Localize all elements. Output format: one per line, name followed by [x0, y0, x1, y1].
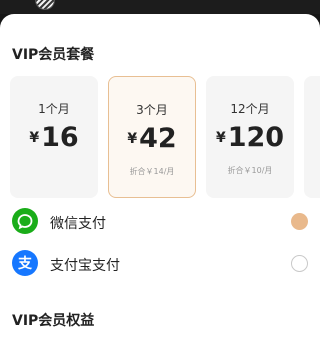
payment-label: 微信支付: [50, 216, 106, 232]
currency-symbol: ¥: [127, 131, 138, 147]
radio-unselected[interactable]: [291, 255, 308, 272]
plan-price: ¥120: [206, 122, 294, 153]
vip-purchase-sheet: VIP会员套餐 1个月 ¥16 3个月 ¥42 折合￥14/月 12个月 ¥12…: [0, 14, 320, 344]
benefits-section-title: VIP会员权益: [12, 313, 95, 329]
payment-option-alipay[interactable]: 支 支付宝支付: [0, 243, 320, 283]
avatar[interactable]: [36, 0, 54, 9]
radio-selected[interactable]: [291, 213, 308, 230]
plan-price: ¥42: [109, 123, 195, 154]
currency-symbol: ¥: [215, 130, 226, 146]
plan-name: 3个月: [136, 103, 168, 117]
price-value: 120: [227, 122, 285, 153]
plan-name: 1个月: [38, 102, 70, 116]
plan-section-title: VIP会员套餐: [12, 47, 95, 63]
plan-name: 12个月: [230, 102, 270, 116]
plan-card-12-months[interactable]: 12个月 ¥120 折合￥10/月: [206, 76, 294, 198]
plan-price: ¥16: [10, 122, 98, 153]
svg-text:支: 支: [17, 255, 33, 272]
plan-card-3-months[interactable]: 3个月 ¥42 折合￥14/月: [108, 76, 196, 198]
price-value: 42: [139, 123, 177, 154]
price-value: 16: [41, 122, 79, 153]
alipay-icon: 支: [12, 250, 38, 276]
header-backdrop: [0, 0, 320, 14]
plan-card-1-month[interactable]: 1个月 ¥16: [10, 76, 98, 198]
monthly-equivalent: 折合￥14/月: [129, 167, 175, 176]
wechat-pay-icon: [12, 208, 38, 234]
currency-symbol: ¥: [29, 130, 40, 146]
plan-card-next-partial[interactable]: [304, 76, 320, 198]
payment-option-wechat[interactable]: 微信支付: [0, 201, 320, 241]
plan-list: 1个月 ¥16 3个月 ¥42 折合￥14/月 12个月 ¥120 折合￥10/…: [10, 76, 320, 200]
monthly-equivalent: 折合￥10/月: [227, 166, 273, 175]
payment-label: 支付宝支付: [50, 258, 120, 274]
